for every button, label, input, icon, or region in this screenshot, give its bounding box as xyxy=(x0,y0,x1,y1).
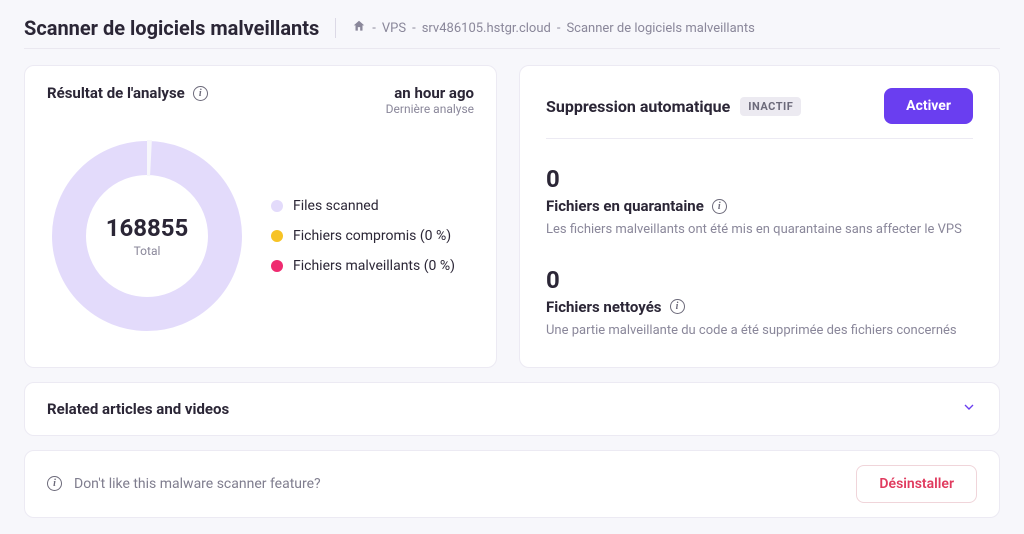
info-icon: i xyxy=(47,476,62,491)
home-icon[interactable] xyxy=(352,19,366,37)
uninstall-card: i Don't like this malware scanner featur… xyxy=(24,450,1000,518)
quarantine-count: 0 xyxy=(546,165,973,193)
related-title: Related articles and videos xyxy=(47,400,229,418)
breadcrumb: - VPS - srv486105.hstgr.cloud - Scanner … xyxy=(352,19,755,37)
info-icon[interactable]: i xyxy=(670,299,685,314)
breadcrumb-page: Scanner de logiciels malveillants xyxy=(566,21,754,36)
info-icon[interactable]: i xyxy=(193,86,208,101)
cleaned-block: 0 Fichiers nettoyés i Une partie malveil… xyxy=(546,266,973,341)
scan-legend: Files scanned Fichiers compromis (0 %) F… xyxy=(271,198,455,274)
breadcrumb-vps[interactable]: VPS xyxy=(382,21,406,36)
chevron-down-icon xyxy=(961,399,977,419)
related-articles-toggle[interactable]: Related articles and videos xyxy=(24,382,1000,436)
dot-icon xyxy=(271,230,283,242)
scan-result-card: Résultat de l'analyse i an hour ago Dern… xyxy=(24,65,497,368)
last-scan-relative: an hour ago xyxy=(386,84,474,102)
legend-item-scanned: Files scanned xyxy=(271,198,455,214)
status-badge-inactive: INACTIF xyxy=(740,97,801,116)
uninstall-button[interactable]: Désinstaller xyxy=(856,465,977,503)
scan-result-title: Résultat de l'analyse xyxy=(47,84,185,102)
cleaned-count: 0 xyxy=(546,266,973,294)
dot-icon xyxy=(271,260,283,272)
legend-item-compromised: Fichiers compromis (0 %) xyxy=(271,228,455,244)
scan-total-value: 168855 xyxy=(106,214,189,242)
scan-total-label: Total xyxy=(134,244,161,258)
breadcrumb-server[interactable]: srv486105.hstgr.cloud xyxy=(422,21,551,36)
dot-icon xyxy=(271,200,283,212)
info-icon[interactable]: i xyxy=(712,199,727,214)
cleaned-title: Fichiers nettoyés xyxy=(546,298,662,316)
quarantine-block: 0 Fichiers en quarantaine i Les fichiers… xyxy=(546,165,973,240)
scan-donut-chart: 168855 Total xyxy=(47,136,247,336)
page-title: Scanner de logiciels malveillants xyxy=(24,16,319,40)
quarantine-desc: Les fichiers malveillants ont été mis en… xyxy=(546,221,973,240)
auto-delete-title: Suppression automatique xyxy=(546,97,730,116)
quarantine-title: Fichiers en quarantaine xyxy=(546,197,704,215)
uninstall-prompt: Don't like this malware scanner feature? xyxy=(74,476,321,492)
last-scan-label: Dernière analyse xyxy=(386,102,474,116)
cleaned-desc: Une partie malveillante du code a été su… xyxy=(546,322,973,341)
legend-item-malicious: Fichiers malveillants (0 %) xyxy=(271,258,455,274)
header-divider xyxy=(335,18,336,38)
auto-delete-card: Suppression automatique INACTIF Activer … xyxy=(519,65,1000,368)
activate-button[interactable]: Activer xyxy=(884,88,973,124)
